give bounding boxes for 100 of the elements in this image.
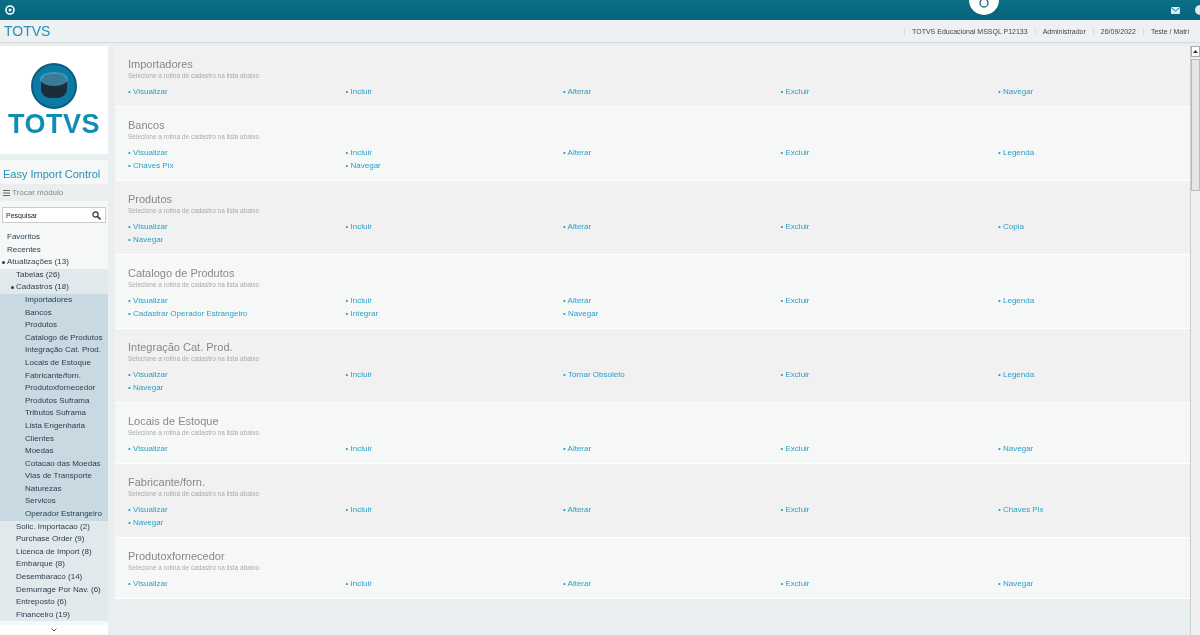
logo-icon[interactable] (5, 5, 15, 15)
tree-item[interactable]: Demurrage Por Nav. (6) (0, 583, 108, 597)
action-link[interactable]: • Alterar (563, 148, 781, 158)
chat-icon[interactable] (969, 0, 999, 17)
action-link[interactable]: • Excluir (780, 222, 998, 232)
module-title: Easy Import Control (0, 160, 108, 184)
section-title: Produtoxfornecedor (128, 550, 226, 562)
tree-item[interactable]: Produtos Suframa (0, 394, 108, 408)
action-link[interactable]: • Visualizar (128, 87, 346, 97)
action-link[interactable]: • Navegar (128, 518, 346, 528)
scrollbar-thumb[interactable] (1191, 59, 1200, 191)
action-link[interactable]: • Navegar (563, 309, 781, 319)
action-link[interactable]: • Visualizar (128, 505, 346, 515)
tree-item[interactable]: Favoritos (0, 231, 108, 244)
action-link[interactable]: • Chaves Pix (998, 505, 1190, 515)
action-link[interactable]: • Navegar (345, 161, 563, 171)
action-link[interactable]: • Excluir (780, 370, 998, 380)
action-link[interactable]: • Visualizar (128, 148, 346, 158)
tree-item[interactable]: Cadastros (18) (0, 281, 108, 294)
tree-item[interactable]: Embarque (8) (0, 558, 108, 572)
section-title: Catalogo de Produtos (128, 267, 236, 279)
tree-item[interactable]: Produtoxfornecedor (0, 382, 108, 395)
section-title: Bancos (128, 119, 166, 131)
action-link[interactable]: • Navegar (128, 235, 346, 245)
action-link[interactable]: • Navegar (998, 444, 1190, 454)
tree-item[interactable]: Vias de Transporte (0, 470, 108, 483)
tree-item[interactable]: Entreposto (6) (0, 596, 108, 609)
scrollbar[interactable] (1190, 46, 1200, 635)
tree-item[interactable]: Integração Cat. Prod. (0, 344, 108, 357)
action-link[interactable]: • Legenda (998, 148, 1190, 158)
action-link[interactable]: • Tornar Obsoleto (563, 370, 781, 380)
action-link[interactable]: • Incluir (345, 296, 563, 306)
action-link[interactable]: • Excluir (780, 87, 998, 97)
action-link[interactable]: • Excluir (780, 444, 998, 454)
tree-item[interactable]: Financeiro (19) (0, 608, 108, 622)
tree-item[interactable]: Licenca de Import (8) (0, 545, 108, 559)
action-link[interactable]: • Alterar (563, 87, 781, 97)
tree-item[interactable]: Moedas (0, 445, 108, 458)
action-link[interactable]: • Excluir (780, 148, 998, 158)
action-link[interactable]: • Incluir (345, 370, 563, 380)
tree-item[interactable]: Fabricante/forn. (0, 369, 108, 383)
action-link[interactable]: • Excluir (780, 505, 998, 515)
tree-item[interactable]: Servicos (0, 495, 108, 509)
section-title: Importadores (128, 58, 194, 70)
tree-item[interactable]: Importadores (0, 293, 108, 307)
action-link[interactable]: • Incluir (345, 222, 563, 232)
tree-item[interactable]: Naturezas (0, 482, 108, 496)
action-link[interactable]: • Alterar (563, 505, 781, 515)
action-link[interactable]: • Alterar (563, 296, 781, 306)
action-link[interactable]: • Alterar (563, 444, 781, 454)
action-link[interactable]: • Visualizar (128, 222, 346, 232)
action-link[interactable]: • Excluir (780, 579, 998, 589)
action-link[interactable]: • Alterar (563, 222, 781, 232)
tree-item[interactable]: Solic. Importacao (2) (0, 520, 108, 534)
tree-item[interactable]: Purchase Order (9) (0, 533, 108, 546)
action-link[interactable]: • Integrar (345, 309, 563, 319)
help-icon[interactable] (1194, 5, 1200, 15)
logo-text: TOTVS (8, 110, 100, 138)
search-icon[interactable] (92, 211, 101, 220)
tree-item[interactable]: Recentes (0, 243, 108, 257)
menu-icon (3, 189, 10, 196)
tree-item[interactable]: Catalogo de Produtos (0, 331, 108, 345)
action-link[interactable]: • Navegar (998, 87, 1190, 97)
section-title: Locais de Estoque (128, 415, 220, 427)
action-link[interactable]: • Incluir (345, 444, 563, 454)
tree-item[interactable]: Tributos Suframa (0, 407, 108, 420)
chevron-down-icon[interactable] (51, 628, 57, 632)
tree-item[interactable]: Lista Engenharia (0, 419, 108, 433)
app-title: TOTVS (4, 23, 52, 39)
section-title: Produtos (128, 193, 174, 205)
section-title: Fabricante/forn. (128, 476, 207, 488)
tree-item[interactable]: Produtos (0, 319, 108, 332)
action-link[interactable]: • Chaves Pix (128, 161, 346, 171)
action-link[interactable]: • Excluir (780, 296, 998, 306)
action-link[interactable]: • Visualizar (128, 296, 346, 306)
tree-item[interactable]: Tabelas (26) (0, 268, 108, 282)
action-link[interactable]: • Visualizar (128, 444, 346, 454)
action-link[interactable]: • Copia (998, 222, 1190, 232)
action-link[interactable]: • Cadastrar Operador Estrangeiro (128, 309, 346, 319)
tree-item[interactable]: Locais de Estoque (0, 356, 108, 370)
tree-item[interactable]: Clientes (0, 432, 108, 446)
tree-item[interactable]: Desembaraco (14) (0, 571, 108, 584)
action-link[interactable]: • Visualizar (128, 579, 346, 589)
action-link[interactable]: • Incluir (345, 87, 563, 97)
mail-icon[interactable] (1171, 6, 1180, 14)
up-arrow-icon[interactable] (1193, 50, 1198, 53)
action-link[interactable]: • Legenda (998, 370, 1190, 380)
action-link[interactable]: • Navegar (998, 579, 1190, 589)
tree-item[interactable]: Cotacao das Moedas (0, 457, 108, 471)
action-link[interactable]: • Incluir (345, 505, 563, 515)
tree-item[interactable]: Bancos (0, 306, 108, 320)
action-link[interactable]: • Incluir (345, 579, 563, 589)
section-title: Integração Cat. Prod. (128, 341, 234, 353)
action-link[interactable]: • Navegar (128, 383, 346, 393)
action-link[interactable]: • Alterar (563, 579, 781, 589)
action-link[interactable]: • Visualizar (128, 370, 346, 380)
action-link[interactable]: • Incluir (345, 148, 563, 158)
tree-item[interactable]: Operador Estrangeiro (0, 508, 108, 521)
action-link[interactable]: • Legenda (998, 296, 1190, 306)
tree-item[interactable]: Atualizações (13) (0, 256, 108, 269)
